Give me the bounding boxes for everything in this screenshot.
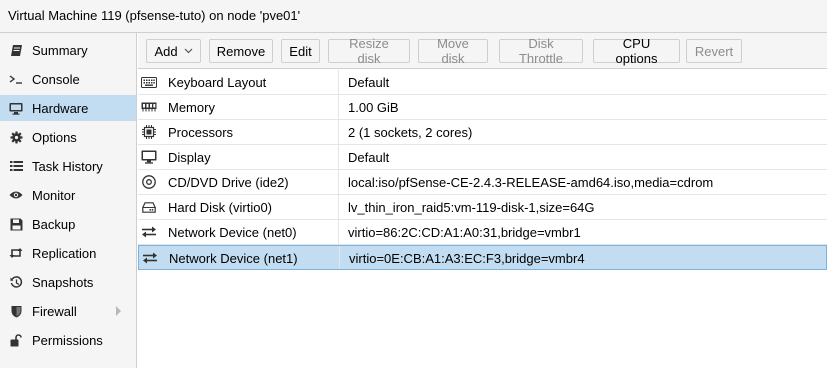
column-divider — [338, 120, 339, 144]
disk-throttle-button[interactable]: Disk Throttle — [499, 36, 583, 66]
table-row[interactable]: Processors 2 (1 sockets, 2 cores) — [138, 120, 827, 145]
hardware-name: Keyboard Layout — [168, 75, 267, 90]
sidebar-item-backup[interactable]: Backup — [0, 211, 136, 237]
column-divider — [338, 220, 339, 244]
sidebar-item-console[interactable]: Console — [0, 66, 136, 92]
sidebar-nav: Summary Console Hardware Options Task Hi… — [0, 33, 137, 368]
sidebar-item-label: Console — [32, 71, 80, 87]
gear-icon — [9, 130, 23, 144]
sidebar-item-label: Monitor — [32, 187, 76, 203]
sidebar-item-hardware[interactable]: Hardware — [0, 95, 136, 121]
remove-button[interactable]: Remove — [209, 39, 273, 63]
sidebar-item-label: Replication — [32, 245, 97, 261]
sidebar-item-replication[interactable]: Replication — [0, 240, 136, 266]
window-title: Virtual Machine 119 (pfsense-tuto) on no… — [8, 8, 301, 23]
sidebar-item-summary[interactable]: Summary — [0, 37, 136, 63]
sidebar-item-firewall[interactable]: Firewall — [0, 298, 136, 324]
cpu-options-button[interactable]: CPU options — [593, 36, 680, 66]
hardware-value: 2 (1 sockets, 2 cores) — [348, 125, 473, 140]
hardware-name: CD/DVD Drive (ide2) — [168, 175, 289, 190]
table-row[interactable]: Hard Disk (virtio0) lv_thin_iron_raid5:v… — [138, 195, 827, 220]
hardware-toolbar: Add Remove Edit Resize disk Move disk Di… — [138, 33, 827, 69]
hardware-name: Display — [168, 150, 211, 165]
sidebar-item-label: Task History — [32, 158, 103, 174]
terminal-icon — [9, 72, 23, 86]
sidebar-item-label: Snapshots — [32, 274, 94, 290]
sidebar-item-label: Firewall — [32, 303, 77, 319]
sidebar-item-label: Hardware — [32, 100, 89, 116]
unlock-icon — [9, 333, 23, 347]
sidebar-item-label: Options — [32, 129, 77, 145]
sidebar-item-snapshots[interactable]: Snapshots — [0, 269, 136, 295]
hardware-name: Processors — [168, 125, 234, 140]
history-icon — [9, 275, 23, 289]
add-button-label: Add — [154, 43, 178, 59]
keyboard-icon — [141, 75, 157, 89]
memory-icon — [141, 100, 157, 114]
hardware-value: lv_thin_iron_raid5:vm-119-disk-1,size=64… — [348, 200, 595, 215]
hardware-name: Memory — [168, 100, 215, 115]
monitor-icon — [9, 101, 23, 115]
column-divider — [338, 95, 339, 119]
hardware-value: Default — [348, 150, 390, 165]
column-divider — [338, 195, 339, 219]
retweet-icon — [9, 246, 23, 260]
cdrom-icon — [141, 175, 157, 189]
revert-button[interactable]: Revert — [686, 39, 742, 63]
floppy-icon — [9, 217, 23, 231]
table-row[interactable]: Network Device (net1) virtio=0E:CB:A1:A3… — [138, 245, 827, 270]
table-row[interactable]: Network Device (net0) virtio=86:2C:CD:A1… — [138, 220, 827, 245]
hardware-value: Default — [348, 75, 390, 90]
hardware-value: local:iso/pfSense-CE-2.4.3-RELEASE-amd64… — [348, 175, 714, 190]
column-divider — [338, 70, 339, 94]
exchange-icon — [141, 225, 157, 239]
hardware-name: Network Device (net1) — [169, 251, 298, 266]
resize-disk-button[interactable]: Resize disk — [328, 36, 410, 66]
table-row[interactable]: Memory 1.00 GiB — [138, 95, 827, 120]
table-row[interactable]: CD/DVD Drive (ide2) local:iso/pfSense-CE… — [138, 170, 827, 195]
hardware-value: virtio=86:2C:CD:A1:A0:31,bridge=vmbr1 — [348, 225, 581, 240]
column-divider — [338, 145, 339, 169]
sidebar-item-label: Summary — [32, 42, 88, 58]
column-divider — [339, 246, 340, 269]
hdd-icon — [141, 200, 157, 214]
book-icon — [9, 43, 23, 57]
edit-button[interactable]: Edit — [281, 39, 320, 63]
exchange-icon — [142, 251, 158, 265]
window-titlebar: Virtual Machine 119 (pfsense-tuto) on no… — [0, 0, 827, 33]
hardware-value: virtio=0E:CB:A1:A3:EC:F3,bridge=vmbr4 — [349, 251, 585, 266]
table-row[interactable]: Keyboard Layout Default — [138, 70, 827, 95]
table-row[interactable]: Display Default — [138, 145, 827, 170]
submenu-arrow-icon — [116, 306, 121, 316]
list-icon — [9, 159, 23, 173]
sidebar-item-label: Permissions — [32, 332, 103, 348]
add-button[interactable]: Add — [146, 39, 201, 63]
hardware-name: Hard Disk (virtio0) — [168, 200, 273, 215]
shield-icon — [9, 304, 23, 318]
sidebar-item-monitor[interactable]: Monitor — [0, 182, 136, 208]
sidebar-item-label: Backup — [32, 216, 76, 232]
cpu-icon — [141, 125, 157, 139]
hardware-name: Network Device (net0) — [168, 225, 297, 240]
move-disk-button[interactable]: Move disk — [418, 36, 488, 66]
sidebar-item-options[interactable]: Options — [0, 124, 136, 150]
desktop-icon — [141, 150, 157, 164]
sidebar-item-task-history[interactable]: Task History — [0, 153, 136, 179]
eye-icon — [9, 188, 23, 202]
column-divider — [338, 170, 339, 194]
sidebar-item-permissions[interactable]: Permissions — [0, 327, 136, 353]
chevron-down-icon — [184, 48, 193, 54]
hardware-value: 1.00 GiB — [348, 100, 399, 115]
